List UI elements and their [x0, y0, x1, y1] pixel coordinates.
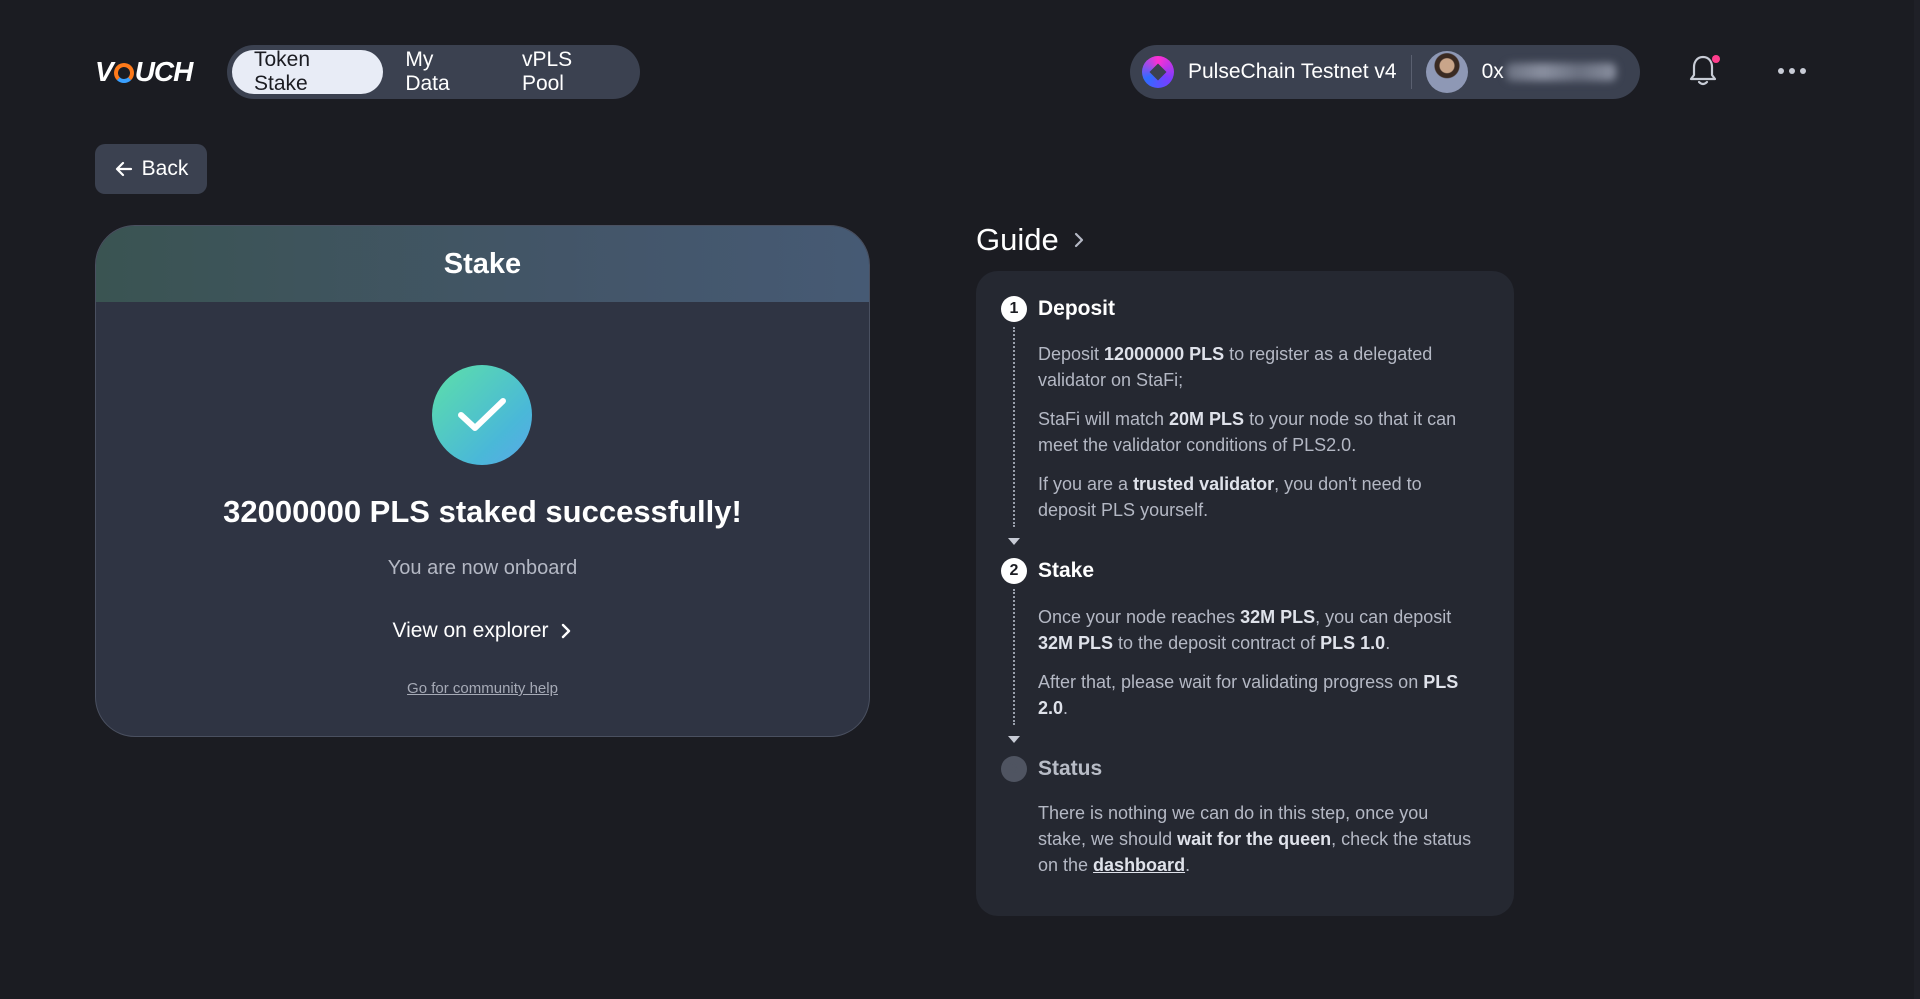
- community-help-link[interactable]: Go for community help: [96, 680, 869, 697]
- step-text: After that, please wait for validating p…: [1038, 672, 1459, 718]
- step-text: Once your node reaches 32M PLS, you can …: [1038, 607, 1452, 653]
- step-text: StaFi will match 20M PLS to your node so…: [1038, 409, 1457, 455]
- network-name[interactable]: PulseChain Testnet v4: [1188, 60, 1397, 84]
- stake-card-title: Stake: [96, 226, 869, 302]
- step-number: 2: [1001, 558, 1027, 584]
- explorer-link-label: View on explorer: [392, 619, 549, 642]
- address-prefix: 0x: [1481, 60, 1504, 83]
- logo-mark-icon: [113, 63, 134, 83]
- main-nav-tabs: Token Stake My Data vPLS Pool: [227, 45, 640, 99]
- chevron-right-icon: [1074, 232, 1083, 248]
- step-text: There is nothing we can do in this step,…: [1038, 803, 1472, 875]
- step-title-stake: Stake: [1038, 559, 1095, 582]
- step-title-deposit: Deposit: [1038, 297, 1116, 320]
- pulsechain-network-icon: [1142, 56, 1174, 88]
- step-text: Deposit 12000000 PLS to register as a de…: [1038, 344, 1433, 390]
- step-title-status: Status: [1038, 757, 1103, 780]
- avatar[interactable]: [1425, 51, 1468, 93]
- step-connector: [1013, 589, 1015, 725]
- guide-title-text: Guide: [976, 222, 1059, 257]
- success-check-icon: [432, 365, 532, 465]
- tab-vpls-pool[interactable]: vPLS Pool: [500, 48, 635, 95]
- wallet-network-pill[interactable]: PulseChain Testnet v4 0x: [1130, 45, 1640, 99]
- address-redacted: [1505, 63, 1616, 81]
- page-scrollbar[interactable]: [1914, 0, 1920, 999]
- arrow-down-icon: [1008, 736, 1020, 743]
- chevron-right-icon: [561, 623, 570, 639]
- tab-token-stake[interactable]: Token Stake: [232, 48, 384, 95]
- arrow-down-icon: [1008, 538, 1020, 545]
- logo-text-uch: UCH: [134, 56, 194, 87]
- more-menu-icon[interactable]: [1778, 68, 1806, 74]
- step-number: 1: [1001, 296, 1027, 322]
- arrow-left-icon: [115, 161, 132, 177]
- step-connector: [1013, 327, 1015, 527]
- back-button[interactable]: Back: [95, 144, 207, 194]
- dashboard-link[interactable]: dashboard: [1093, 855, 1185, 875]
- guide-panel: 1 Deposit Deposit 12000000 PLS to regist…: [976, 271, 1514, 916]
- view-on-explorer-link[interactable]: View on explorer: [96, 619, 869, 643]
- logo-text-v: V: [95, 56, 114, 87]
- back-label: Back: [141, 157, 189, 180]
- step-text: If you are a trusted validator, you don'…: [1038, 474, 1422, 520]
- onboard-subtitle: You are now onboard: [387, 557, 578, 579]
- pill-divider: [1410, 55, 1412, 89]
- stake-card: Stake 32000000 PLS staked successfully! …: [95, 225, 870, 737]
- success-message: 32000000 PLS staked successfully!: [223, 494, 742, 529]
- tab-my-data[interactable]: My Data: [383, 48, 500, 95]
- step-number: 3: [1001, 756, 1027, 782]
- notification-dot: [1712, 55, 1720, 63]
- vouch-logo[interactable]: V UCH: [95, 56, 194, 88]
- wallet-address[interactable]: 0x: [1482, 60, 1616, 84]
- guide-title[interactable]: Guide: [976, 222, 1085, 258]
